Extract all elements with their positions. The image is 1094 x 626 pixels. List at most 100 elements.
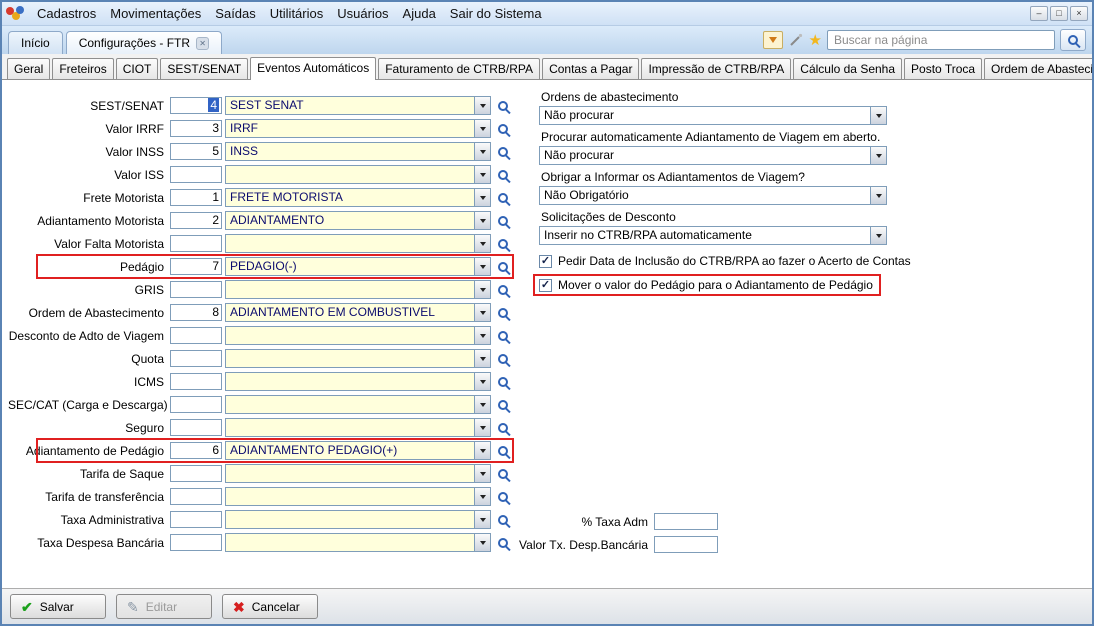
event-combobox[interactable] bbox=[225, 349, 491, 368]
combo-arrow-icon[interactable] bbox=[474, 258, 490, 275]
code-input[interactable] bbox=[170, 235, 222, 252]
checkbox-row[interactable]: ✓Pedir Data de Inclusão do CTRB/RPA ao f… bbox=[539, 254, 911, 268]
salvar-button[interactable]: ✔Salvar bbox=[10, 594, 106, 619]
tab-inicio[interactable]: Início bbox=[8, 31, 63, 54]
menu-item-usuarios[interactable]: Usuários bbox=[330, 3, 395, 24]
event-combobox[interactable]: FRETE MOTORISTA bbox=[225, 188, 491, 207]
combo-arrow-icon[interactable] bbox=[474, 534, 490, 551]
event-combobox[interactable]: INSS bbox=[225, 142, 491, 161]
combo-arrow-icon[interactable] bbox=[474, 120, 490, 137]
event-combobox[interactable] bbox=[225, 165, 491, 184]
code-input[interactable] bbox=[170, 350, 222, 367]
code-input[interactable] bbox=[170, 281, 222, 298]
combo-arrow-icon[interactable] bbox=[474, 396, 490, 413]
event-combobox[interactable] bbox=[225, 487, 491, 506]
lookup-icon[interactable] bbox=[498, 469, 508, 479]
event-combobox[interactable] bbox=[225, 533, 491, 552]
setting-combobox[interactable]: Não procurar bbox=[539, 146, 887, 165]
code-input[interactable]: 1 bbox=[170, 189, 222, 206]
code-input[interactable] bbox=[170, 511, 222, 528]
event-combobox[interactable] bbox=[225, 372, 491, 391]
checkbox[interactable]: ✓ bbox=[539, 255, 552, 268]
combo-arrow-icon[interactable] bbox=[474, 465, 490, 482]
combo-arrow-icon[interactable] bbox=[474, 235, 490, 252]
tab-configuracoes-ftr[interactable]: Configurações - FTR✕ bbox=[66, 31, 222, 54]
event-combobox[interactable] bbox=[225, 280, 491, 299]
subtab-geral[interactable]: Geral bbox=[7, 58, 50, 79]
event-combobox[interactable]: SEST SENAT bbox=[225, 96, 491, 115]
event-combobox[interactable]: IRRF bbox=[225, 119, 491, 138]
text-input[interactable] bbox=[654, 513, 718, 530]
combo-arrow-icon[interactable] bbox=[474, 511, 490, 528]
star-icon[interactable]: ★ bbox=[809, 33, 822, 48]
menu-item-movimentacoes[interactable]: Movimentações bbox=[103, 3, 208, 24]
lookup-icon[interactable] bbox=[498, 308, 508, 318]
close-icon[interactable]: × bbox=[1070, 6, 1088, 21]
combo-arrow-icon[interactable] bbox=[474, 166, 490, 183]
code-input[interactable]: 7 bbox=[170, 258, 222, 275]
combo-arrow-icon[interactable] bbox=[474, 189, 490, 206]
wand-icon[interactable] bbox=[788, 32, 804, 48]
code-input[interactable]: 5 bbox=[170, 143, 222, 160]
event-combobox[interactable] bbox=[225, 464, 491, 483]
setting-combobox[interactable]: Inserir no CTRB/RPA automaticamente bbox=[539, 226, 887, 245]
event-combobox[interactable] bbox=[225, 395, 491, 414]
search-button[interactable] bbox=[1060, 29, 1086, 51]
code-input[interactable]: 8 bbox=[170, 304, 222, 321]
subtab-ordem-de-abastecimento[interactable]: Ordem de Abastecimento bbox=[984, 58, 1094, 79]
lookup-icon[interactable] bbox=[498, 446, 508, 456]
event-combobox[interactable]: ADIANTAMENTO bbox=[225, 211, 491, 230]
text-input[interactable] bbox=[654, 536, 718, 553]
combo-arrow-icon[interactable] bbox=[474, 488, 490, 505]
code-input[interactable] bbox=[170, 488, 222, 505]
event-combobox[interactable]: ADIANTAMENTO PEDAGIO(+) bbox=[225, 441, 491, 460]
restore-icon[interactable]: □ bbox=[1050, 6, 1068, 21]
code-input[interactable] bbox=[170, 534, 222, 551]
lookup-icon[interactable] bbox=[498, 101, 508, 111]
combo-arrow-icon[interactable] bbox=[474, 143, 490, 160]
lookup-icon[interactable] bbox=[498, 193, 508, 203]
subtab-eventos-automaticos[interactable]: Eventos Automáticos bbox=[250, 57, 376, 80]
event-combobox[interactable] bbox=[225, 418, 491, 437]
combo-arrow-icon[interactable] bbox=[474, 281, 490, 298]
menu-item-utilitarios[interactable]: Utilitários bbox=[263, 3, 330, 24]
cancelar-button[interactable]: ✖Cancelar bbox=[222, 594, 318, 619]
editar-button[interactable]: ✎Editar bbox=[116, 594, 212, 619]
combo-arrow-icon[interactable] bbox=[474, 97, 490, 114]
combo-arrow-icon[interactable] bbox=[474, 212, 490, 229]
subtab-faturamento-de-ctrb-rpa[interactable]: Faturamento de CTRB/RPA bbox=[378, 58, 540, 79]
lookup-icon[interactable] bbox=[498, 331, 508, 341]
event-combobox[interactable]: PEDAGIO(-) bbox=[225, 257, 491, 276]
combo-arrow-icon[interactable] bbox=[474, 373, 490, 390]
setting-combobox[interactable]: Não procurar bbox=[539, 106, 887, 125]
combo-arrow-icon[interactable] bbox=[474, 350, 490, 367]
code-input[interactable] bbox=[170, 166, 222, 183]
lookup-icon[interactable] bbox=[498, 147, 508, 157]
combo-arrow-icon[interactable] bbox=[870, 227, 886, 244]
event-combobox[interactable] bbox=[225, 510, 491, 529]
combo-arrow-icon[interactable] bbox=[474, 442, 490, 459]
event-combobox[interactable]: ADIANTAMENTO EM COMBUSTIVEL bbox=[225, 303, 491, 322]
menu-item-ajuda[interactable]: Ajuda bbox=[396, 3, 443, 24]
setting-combobox[interactable]: Não Obrigatório bbox=[539, 186, 887, 205]
lookup-icon[interactable] bbox=[498, 216, 508, 226]
subtab-contas-a-pagar[interactable]: Contas a Pagar bbox=[542, 58, 639, 79]
subtab-calculo-da-senha[interactable]: Cálculo da Senha bbox=[793, 58, 902, 79]
lookup-icon[interactable] bbox=[498, 400, 508, 410]
event-combobox[interactable] bbox=[225, 326, 491, 345]
combo-arrow-icon[interactable] bbox=[474, 304, 490, 321]
minimize-icon[interactable]: – bbox=[1030, 6, 1048, 21]
lookup-icon[interactable] bbox=[498, 423, 508, 433]
subtab-freteiros[interactable]: Freteiros bbox=[52, 58, 113, 79]
subtab-impressao-de-ctrb-rpa[interactable]: Impressão de CTRB/RPA bbox=[641, 58, 791, 79]
subtab-posto-troca[interactable]: Posto Troca bbox=[904, 58, 982, 79]
code-input[interactable]: 4 bbox=[170, 97, 222, 114]
combo-arrow-icon[interactable] bbox=[474, 327, 490, 344]
code-input[interactable] bbox=[170, 419, 222, 436]
lookup-icon[interactable] bbox=[498, 124, 508, 134]
checkbox[interactable]: ✓ bbox=[539, 279, 552, 292]
menu-item-cadastros[interactable]: Cadastros bbox=[30, 3, 103, 24]
code-input[interactable] bbox=[170, 327, 222, 344]
menu-item-sair-do-sistema[interactable]: Sair do Sistema bbox=[443, 3, 549, 24]
lookup-icon[interactable] bbox=[498, 170, 508, 180]
